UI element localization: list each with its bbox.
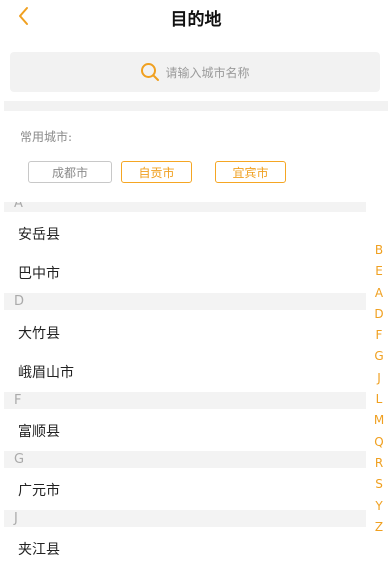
search-placeholder: 请输入城市名称 (165, 65, 250, 80)
city-item-anyue[interactable]: 安岳县 (18, 224, 60, 244)
index-letter[interactable]: F (372, 325, 386, 346)
city-item-bazhong[interactable]: 巴中市 (18, 263, 60, 283)
index-letter[interactable]: L (372, 389, 386, 410)
index-letter[interactable]: J (372, 368, 386, 389)
city-list[interactable]: A 安岳县 巴中市 D 大竹县 峨眉山市 F 富顺县 G 广元市 J 夹江县 (0, 202, 366, 564)
index-letter[interactable]: S (372, 474, 386, 495)
search-input[interactable]: 请输入城市名称 (10, 52, 380, 92)
alphabet-index[interactable]: B E A D F G J L M Q R S Y Z (372, 240, 386, 538)
section-header-g: G (4, 451, 366, 468)
section-header-f: F (4, 392, 366, 409)
index-letter[interactable]: Q (372, 432, 386, 453)
city-item-dazhu[interactable]: 大竹县 (18, 323, 60, 343)
city-item-emeishan[interactable]: 峨眉山市 (18, 362, 74, 382)
section-header-j: J (4, 510, 366, 527)
page-title: 目的地 (170, 10, 222, 30)
common-city-zigong[interactable]: 自贡市 (121, 161, 192, 183)
index-letter[interactable]: M (372, 410, 386, 431)
search-icon (141, 63, 160, 81)
city-item-guangyuan[interactable]: 广元市 (18, 480, 60, 500)
index-letter[interactable]: A (372, 283, 386, 304)
index-letter[interactable]: E (372, 261, 386, 282)
common-cities-label: 常用城市: (20, 130, 73, 144)
city-item-fushun[interactable]: 富顺县 (18, 421, 60, 441)
city-item-jiajiang[interactable]: 夹江县 (18, 539, 60, 559)
index-letter[interactable]: R (372, 453, 386, 474)
index-letter[interactable]: B (372, 240, 386, 261)
top-bar: 目的地 (0, 0, 392, 38)
common-city-chengdu[interactable]: 成都市 (28, 161, 112, 183)
common-city-yibin[interactable]: 宜宾市 (215, 161, 286, 183)
index-letter[interactable]: Z (372, 517, 386, 538)
section-header-d: D (4, 293, 366, 310)
index-letter[interactable]: Y (372, 496, 386, 517)
index-letter[interactable]: D (372, 304, 386, 325)
section-header-a: A (4, 202, 366, 212)
section-divider (4, 101, 388, 111)
index-letter[interactable]: G (372, 346, 386, 367)
